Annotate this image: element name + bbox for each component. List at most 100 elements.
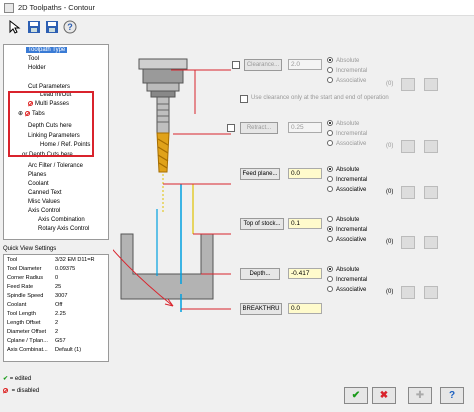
- retract-checkbox[interactable]: [227, 124, 235, 132]
- clearance-mode: Absolute Incremental Associative: [327, 56, 367, 86]
- pick-icon[interactable]: [6, 19, 22, 35]
- tree-item-toolpath-type[interactable]: Toolpath Type: [26, 47, 68, 53]
- select-geometry-icon[interactable]: [401, 78, 415, 91]
- clearance-absolute[interactable]: Absolute: [327, 56, 367, 66]
- tree-item-tool[interactable]: Tool: [28, 56, 39, 62]
- radio[interactable]: [327, 140, 333, 147]
- breakthru-field[interactable]: 0.0: [288, 303, 322, 314]
- tree-item-axis-control[interactable]: Axis Control: [28, 208, 60, 214]
- radio[interactable]: [327, 67, 333, 74]
- radio[interactable]: [327, 266, 333, 273]
- toolbar: ?: [0, 16, 474, 40]
- help-button[interactable]: ?: [440, 387, 464, 404]
- stock-block: [120, 233, 214, 300]
- ok-button[interactable]: ✔: [344, 387, 368, 404]
- use-clearance-checkbox[interactable]: [240, 95, 248, 103]
- clear-geometry-icon[interactable]: [424, 140, 438, 153]
- radio[interactable]: [327, 166, 333, 173]
- select-geometry-icon[interactable]: [401, 186, 415, 199]
- clear-geometry-icon[interactable]: [424, 78, 438, 91]
- retract-button[interactable]: Retract...: [240, 122, 278, 134]
- radio[interactable]: [327, 57, 333, 64]
- retract-associative[interactable]: Associative: [327, 139, 367, 149]
- legend-disabled: = disabled: [11, 388, 40, 395]
- plus-icon: ✚: [415, 390, 425, 401]
- radio[interactable]: [327, 286, 333, 293]
- top-of-stock-field[interactable]: 0.1: [288, 218, 322, 229]
- feed-plane-incremental[interactable]: Incremental: [327, 175, 367, 185]
- depth-absolute[interactable]: Absolute: [327, 265, 367, 275]
- retract-field[interactable]: 0.25: [288, 122, 322, 133]
- clearance-button[interactable]: Clearance...: [244, 59, 282, 71]
- radio[interactable]: [327, 186, 333, 193]
- quick-view-title: Quick View Settings: [3, 246, 57, 252]
- retract-absolute[interactable]: Absolute: [327, 119, 367, 129]
- breakthru-button[interactable]: BREAKTHRU: [240, 303, 282, 315]
- save-icon[interactable]: [26, 19, 42, 35]
- help-icon[interactable]: ?: [62, 19, 78, 35]
- qv-row: Spindle Speed 3007: [7, 293, 68, 299]
- depth-associative[interactable]: Associative: [327, 285, 367, 295]
- top-of-stock-button[interactable]: Top of stock...: [240, 218, 284, 230]
- tree-item-cut-parameters[interactable]: Cut Parameters: [28, 84, 70, 90]
- qv-row: Axis Combinat... Default (1): [7, 347, 82, 353]
- clearance-checkbox[interactable]: [232, 61, 240, 69]
- clear-geometry-icon[interactable]: [424, 186, 438, 199]
- cancel-button[interactable]: ✖: [372, 387, 396, 404]
- radio[interactable]: [327, 276, 333, 283]
- radio[interactable]: [327, 77, 333, 84]
- qv-row: Tool 3/32 EM D11=R: [7, 257, 95, 263]
- feed-plane-button[interactable]: Feed plane...: [240, 168, 280, 180]
- save-as-icon[interactable]: [44, 19, 60, 35]
- clear-geometry-icon[interactable]: [424, 286, 438, 299]
- disabled-icon: [3, 388, 8, 393]
- radio[interactable]: [327, 120, 333, 127]
- clearance-incremental[interactable]: Incremental: [327, 66, 367, 76]
- holder-nut: [146, 82, 180, 92]
- top-of-stock-absolute[interactable]: Absolute: [327, 215, 367, 225]
- feed-plane-absolute[interactable]: Absolute: [327, 165, 367, 175]
- feed-plane-associative[interactable]: Associative: [327, 185, 367, 195]
- depth-button[interactable]: Depth...: [240, 268, 280, 280]
- tree-item-arc-filter[interactable]: Arc Filter / Tolerance: [28, 163, 83, 169]
- clearance-associative[interactable]: Associative: [327, 76, 367, 86]
- add-button[interactable]: ✚: [408, 387, 432, 404]
- select-geometry-icon[interactable]: [401, 140, 415, 153]
- tree-item-planes[interactable]: Planes: [28, 172, 46, 178]
- depth-incremental[interactable]: Incremental: [327, 275, 367, 285]
- radio[interactable]: [327, 236, 333, 243]
- tree-item-canned-text[interactable]: Canned Text: [28, 190, 62, 196]
- close-icon: ✖: [379, 390, 389, 401]
- select-geometry-icon[interactable]: [401, 236, 415, 249]
- radio[interactable]: [327, 226, 333, 233]
- top-of-stock-incremental[interactable]: Incremental: [327, 225, 367, 235]
- depth-mode: Absolute Incremental Associative: [327, 265, 367, 295]
- tool-diagram: [113, 58, 231, 312]
- app-icon: [4, 3, 14, 13]
- select-geometry-icon[interactable]: [401, 286, 415, 299]
- top-of-stock-mode: Absolute Incremental Associative: [327, 215, 367, 245]
- radio[interactable]: [327, 176, 333, 183]
- tree-item-misc-values[interactable]: Misc Values: [28, 199, 60, 205]
- svg-text:?: ?: [67, 22, 73, 32]
- feed-plane-field[interactable]: 0.0: [288, 168, 322, 179]
- legend: ✔ = edited = disabled: [3, 375, 39, 398]
- radio[interactable]: [327, 130, 333, 137]
- checkmark-icon: ✔: [3, 376, 9, 382]
- retract-count: (0): [386, 143, 394, 149]
- clear-geometry-icon[interactable]: [424, 236, 438, 249]
- depth-field[interactable]: -0.417: [288, 268, 322, 279]
- tree-item-coolant[interactable]: Coolant: [28, 181, 49, 187]
- help-icon: ?: [448, 390, 456, 401]
- qv-row: Tool Diameter 0.09375: [7, 266, 76, 272]
- feed-plane-count: (0): [386, 189, 394, 195]
- clearance-field[interactable]: 2.0: [288, 59, 322, 70]
- qv-row: Corner Radius 0: [7, 275, 59, 281]
- tree-item-axis-combination[interactable]: Axis Combination: [38, 217, 85, 223]
- tree-item-rotary-axis-control[interactable]: Rotary Axis Control: [38, 226, 89, 232]
- tree-item-holder[interactable]: Holder: [28, 65, 46, 71]
- top-of-stock-associative[interactable]: Associative: [327, 235, 367, 245]
- retract-incremental[interactable]: Incremental: [327, 129, 367, 139]
- radio[interactable]: [327, 216, 333, 223]
- holder-top: [138, 58, 188, 70]
